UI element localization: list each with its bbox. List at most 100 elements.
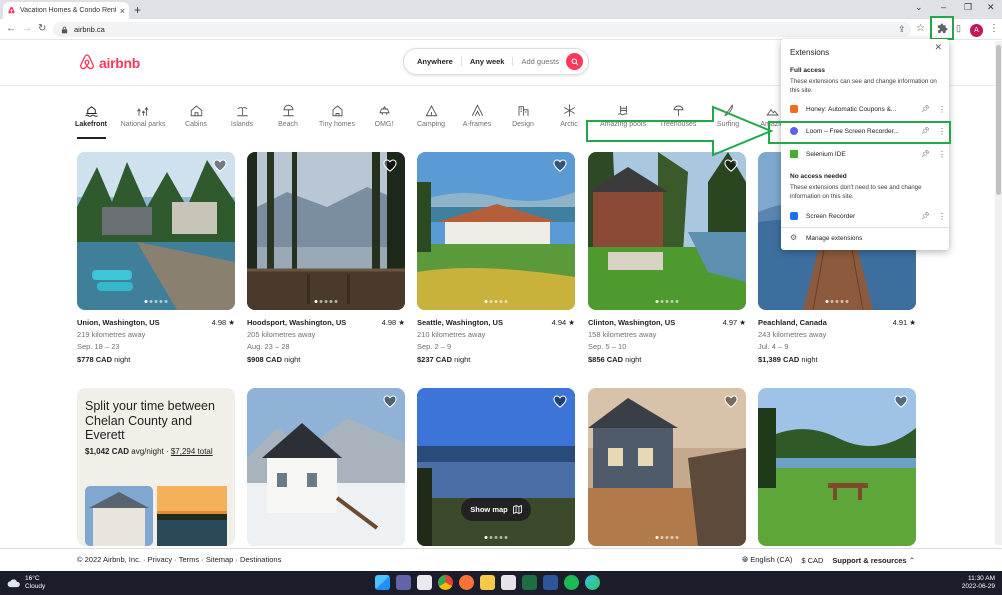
pin-icon[interactable]: 📌︎ xyxy=(921,105,935,113)
listing-photo[interactable] xyxy=(588,388,746,546)
bookmark-star-icon[interactable]: ☆ xyxy=(916,23,925,34)
category-a-frames[interactable]: A-frames xyxy=(452,103,502,128)
support-resources-button[interactable]: Support & resources ⌃ xyxy=(832,556,915,565)
weather-widget[interactable]: 16°C Cloudy xyxy=(7,575,45,590)
category-camping[interactable]: Camping xyxy=(406,103,456,128)
forward-icon[interactable]: → xyxy=(22,23,32,34)
category-cabins[interactable]: Cabins xyxy=(171,103,221,128)
favorite-heart-icon[interactable] xyxy=(724,395,738,408)
category-design[interactable]: Design xyxy=(498,103,548,128)
photo-carousel-dots[interactable] xyxy=(825,300,849,303)
firefox-app-icon[interactable] xyxy=(459,575,474,590)
more-options-icon[interactable]: ⋮ xyxy=(935,150,949,159)
extensions-button[interactable] xyxy=(930,16,954,40)
search-button[interactable] xyxy=(566,53,583,70)
favorite-heart-icon[interactable] xyxy=(894,395,908,408)
profile-avatar[interactable]: A xyxy=(970,24,983,37)
chrome-menu-icon[interactable]: ⋮ xyxy=(989,23,999,34)
system-clock[interactable]: 11:30 AM 2022-06-29 xyxy=(962,575,995,591)
search-guests[interactable]: Add guests xyxy=(513,57,567,66)
address-bar[interactable]: airbnb.ca xyxy=(53,22,911,37)
language-selector[interactable]: 🌐︎ English (CA) xyxy=(742,555,792,565)
listing-photo[interactable] xyxy=(417,152,575,310)
photo-carousel-dots[interactable] xyxy=(655,536,679,539)
teams-chat-icon[interactable] xyxy=(396,575,411,590)
category-islands[interactable]: Islands xyxy=(217,103,267,128)
pin-icon[interactable]: 📌︎ xyxy=(921,212,935,220)
start-menu-icon[interactable] xyxy=(375,575,390,590)
favorite-heart-icon[interactable] xyxy=(553,159,567,172)
extension-row-selenium[interactable]: Selenium IDE 📌︎ ⋮ xyxy=(781,146,949,162)
airbnb-logo[interactable]: airbnb xyxy=(78,53,140,72)
listing-photo[interactable] xyxy=(588,152,746,310)
side-panel-icon[interactable]: ▯ xyxy=(956,23,961,34)
listing-photo[interactable] xyxy=(247,152,405,310)
restore-icon[interactable]: ❐ xyxy=(964,2,972,13)
category-omg[interactable]: OMG! xyxy=(359,103,409,128)
more-options-icon[interactable]: ⋮ xyxy=(935,105,949,114)
extension-row-screen-recorder[interactable]: Screen Recorder 📌︎ ⋮ xyxy=(781,208,949,224)
edge-app-icon[interactable] xyxy=(585,575,600,590)
chrome-app-icon[interactable] xyxy=(438,575,453,590)
pin-icon[interactable]: 📌︎ xyxy=(921,150,935,158)
search-where[interactable]: Anywhere xyxy=(417,57,462,66)
favorite-heart-icon[interactable] xyxy=(383,395,397,408)
listing-card[interactable]: Union, Washington, US 4.98 ★ 219 kilomet… xyxy=(77,152,235,364)
extension-row-honey[interactable]: Honey: Automatic Coupons &... 📌︎ ⋮ xyxy=(781,101,949,117)
listing-photo[interactable] xyxy=(77,152,235,310)
share-icon[interactable]: ⇪ xyxy=(898,24,906,35)
category-lakefront[interactable]: Lakefront xyxy=(66,103,116,128)
listing-card[interactable] xyxy=(588,388,746,546)
back-icon[interactable]: ← xyxy=(6,23,16,34)
listing-photo[interactable] xyxy=(417,388,575,546)
listing-photo[interactable] xyxy=(758,388,916,546)
browser-tab[interactable]: Vacation Homes & Condo Rentals × xyxy=(3,2,129,19)
scrollbar-thumb[interactable] xyxy=(996,45,1001,195)
listing-card[interactable]: Clinton, Washington, US 4.97 ★ 158 kilom… xyxy=(588,152,746,364)
listing-card[interactable] xyxy=(758,388,916,546)
search-when[interactable]: Any week xyxy=(462,57,514,66)
listing-card[interactable]: Hoodsport, Washington, US 4.98 ★ 205 kil… xyxy=(247,152,405,364)
listing-card[interactable] xyxy=(247,388,405,546)
spotify-app-icon[interactable] xyxy=(564,575,579,590)
photo-carousel-dots[interactable] xyxy=(484,536,508,539)
excel-app-icon[interactable] xyxy=(522,575,537,590)
photo-carousel-dots[interactable] xyxy=(655,300,679,303)
category-national-parks[interactable]: National parks xyxy=(118,103,168,128)
footer-link-destinations[interactable]: Destinations xyxy=(240,555,281,564)
favorite-heart-icon[interactable] xyxy=(724,159,738,172)
footer-link-privacy[interactable]: Privacy xyxy=(148,555,173,564)
category-beach[interactable]: Beach xyxy=(263,103,313,128)
close-window-icon[interactable]: ✕ xyxy=(987,2,995,13)
zoom-app-icon[interactable] xyxy=(417,575,432,590)
search-bar[interactable]: Anywhere Any week Add guests xyxy=(403,48,589,75)
reload-icon[interactable]: ↻ xyxy=(38,23,46,34)
listing-card[interactable]: Seattle, Washington, US 4.94 ★ 210 kilom… xyxy=(417,152,575,364)
listing-photo[interactable] xyxy=(247,388,405,546)
more-options-icon[interactable]: ⋮ xyxy=(935,212,949,221)
listing-card[interactable] xyxy=(417,388,575,546)
minimize-icon[interactable]: – xyxy=(941,2,946,12)
manage-extensions-button[interactable]: ⚙︎ Manage extensions xyxy=(781,230,949,246)
photo-carousel-dots[interactable] xyxy=(144,300,168,303)
word-app-icon[interactable] xyxy=(543,575,558,590)
close-tab-icon[interactable]: × xyxy=(120,6,125,16)
file-explorer-icon[interactable] xyxy=(480,575,495,590)
favorite-heart-icon[interactable] xyxy=(553,395,567,408)
close-popup-icon[interactable]: ✕ xyxy=(934,42,942,53)
category-tiny-homes[interactable]: Tiny homes xyxy=(312,103,362,128)
footer-link-sitemap[interactable]: Sitemap xyxy=(206,555,234,564)
tab-search-icon[interactable]: ⌄ xyxy=(915,2,923,13)
favorite-heart-icon[interactable] xyxy=(213,159,227,172)
split-stay-card[interactable]: Split your time between Chelan County an… xyxy=(77,388,235,546)
footer-link-terms[interactable]: Terms xyxy=(179,555,199,564)
currency-selector[interactable]: $ CAD xyxy=(801,556,823,565)
show-map-button[interactable]: Show map xyxy=(461,498,531,521)
favorite-heart-icon[interactable] xyxy=(383,159,397,172)
new-tab-icon[interactable]: + xyxy=(134,3,141,17)
slack-app-icon[interactable] xyxy=(501,575,516,590)
photo-carousel-dots[interactable] xyxy=(484,300,508,303)
page-scrollbar[interactable] xyxy=(995,41,1002,545)
full-access-description: These extensions can see and change info… xyxy=(790,78,937,94)
photo-carousel-dots[interactable] xyxy=(314,300,338,303)
